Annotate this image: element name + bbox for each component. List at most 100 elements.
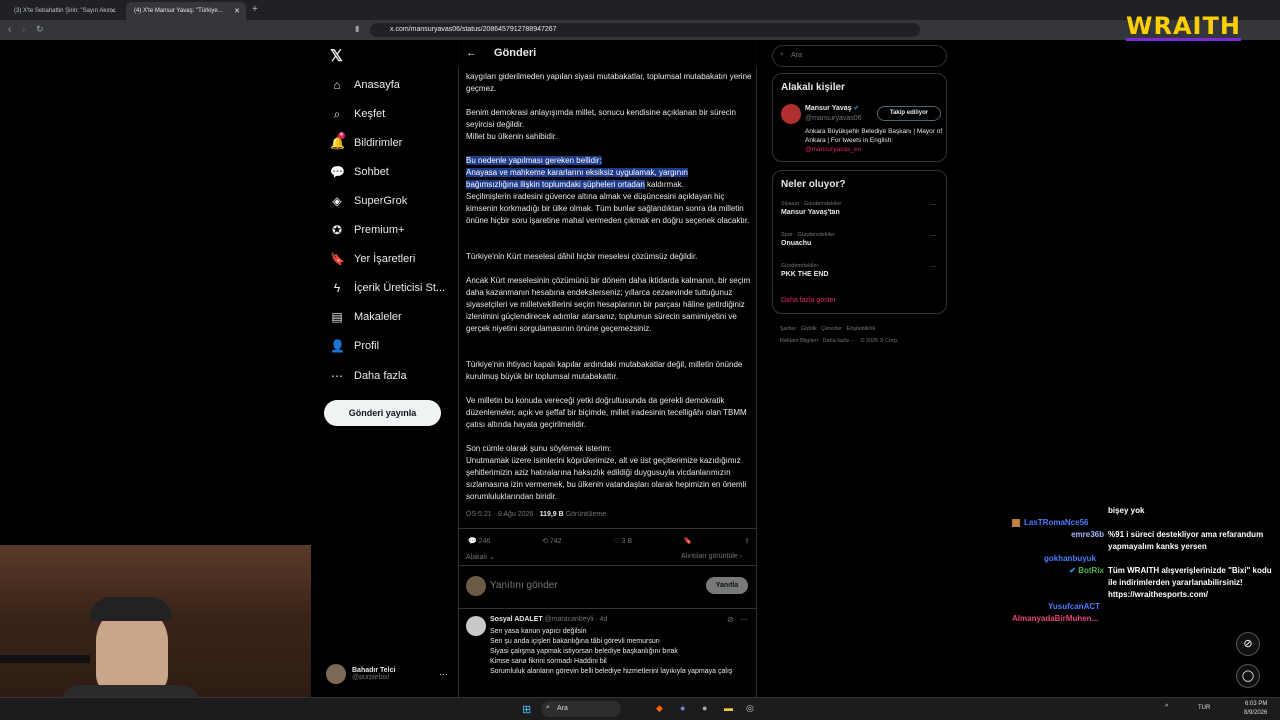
chat-message: bişey yok	[1108, 506, 1145, 515]
footer-link[interactable]: Reklam Bilgileri	[780, 338, 818, 344]
avatar	[466, 576, 486, 596]
forward-icon[interactable]: ›	[22, 24, 25, 35]
avatar[interactable]	[781, 104, 801, 124]
sidebar-item-profile[interactable]: 👤 Profil	[330, 335, 379, 357]
person-name: Mansur Yavaş	[805, 105, 852, 112]
trend-name: Onuachu	[781, 240, 812, 247]
footer-link[interactable]: Daha fazla ···	[823, 338, 856, 344]
timestamp[interactable]: ÖS 5:21 · 9 Ağu 2026 ·	[466, 511, 540, 518]
search-icon: ⌕	[546, 704, 550, 711]
sidebar-item-bell[interactable]: 🔔 Bildirimler 4	[330, 132, 402, 154]
chat-username[interactable]: emre36b	[1012, 529, 1104, 553]
trend-item[interactable]: Spor · Gündemdekiler Onuachu	[781, 232, 941, 247]
steam-icon[interactable]: ●	[702, 703, 707, 713]
trend-context: Siyaset · Gündemdekiler	[781, 201, 842, 207]
bio-link[interactable]: @mansuryavas_en	[805, 146, 861, 153]
chat-username[interactable]: LasTRomaNce56	[1024, 517, 1108, 529]
reply-line: Kimse sana fikrini sormadı Haddini bil	[490, 658, 607, 665]
chat-username[interactable]: BotRix	[1078, 566, 1104, 575]
bookmark-icon[interactable]: 🔖	[684, 537, 693, 545]
reload-icon[interactable]: ↻	[36, 24, 44, 35]
language-indicator[interactable]: TUR	[1198, 705, 1210, 711]
search-label: Ara	[557, 705, 568, 712]
trend-item[interactable]: Siyaset · Gündemdekiler Mansur Yavaş'tan	[781, 201, 941, 216]
url-field[interactable]: x.com/mansuryavas06/status/2086457912788…	[370, 23, 920, 37]
share-icon[interactable]: ⇪	[744, 537, 750, 545]
tray-chevron-icon[interactable]: ^	[1165, 704, 1168, 711]
reply-line: Sen şu anda içişleri bakanlığına tâbi gö…	[490, 638, 660, 645]
chat-username[interactable]: gokhanbuyuk	[1012, 553, 1274, 565]
following-button[interactable]: Takip ediliyor	[877, 106, 941, 121]
sidebar-item-lightning[interactable]: ϟ İçerik Üreticisi St...	[330, 277, 445, 299]
close-icon[interactable]: ✕	[110, 7, 116, 15]
more-icon[interactable]: ⋯	[740, 615, 748, 624]
post-paragraph: Ve milletin bu konuda vereceği yetki doğ…	[466, 396, 747, 429]
new-tab-icon[interactable]: +	[252, 4, 258, 15]
sidebar-item-chat[interactable]: 💬 Sohbet	[330, 161, 389, 183]
sidebar-item-grok[interactable]: ◈ SuperGrok	[330, 190, 407, 212]
taskbar: ⊞ ⌕ Ara ◆ ● ● ▬ ◎ ^ TUR 6:03 PM 8/9/2026	[0, 697, 1280, 720]
sidebar-item-search[interactable]: ⌕ Keşfet	[330, 103, 386, 125]
chat-username[interactable]: YusufcanACT	[1012, 601, 1274, 613]
trend-item[interactable]: Gündemdekiler PKK THE END	[781, 263, 941, 278]
relevance-dropdown[interactable]: Alakalı ⌄	[466, 553, 495, 561]
reply-input[interactable]: Yanıtını gönder	[490, 580, 558, 591]
microphone-arm	[0, 655, 90, 663]
browser-tab[interactable]: (3) X'te Sebahattin Şirin: "Sayın Akın..…	[6, 2, 122, 20]
wraith-logo: WRAITH	[1126, 12, 1241, 41]
chat-bubble-icon[interactable]: ◯	[1236, 664, 1260, 688]
selection: Anayasa ve mahkeme kararlarını eksiksiz …	[466, 168, 688, 177]
bookmark-icon: 🔖	[330, 252, 345, 266]
discord-icon[interactable]: ●	[680, 703, 685, 713]
close-icon[interactable]: ✕	[234, 7, 240, 15]
footer-link[interactable]: Gizlilik	[801, 326, 817, 332]
reply-button[interactable]: Yanıtla	[706, 577, 748, 594]
chat-username[interactable]: AlmanyadaBirMuhen...	[1012, 613, 1274, 625]
folder-icon[interactable]: ▬	[724, 703, 733, 713]
clock[interactable]: 6:03 PM 8/9/2026	[1244, 700, 1267, 718]
show-more-link[interactable]: Daha fazla göster	[781, 297, 836, 304]
reply-header: Sosyal ADALET @maracanbeyli · 4d	[490, 616, 607, 623]
divider	[458, 608, 757, 609]
taskbar-search[interactable]: ⌕ Ara	[541, 701, 621, 717]
browser-tab-active[interactable]: (4) X'te Mansur Yavaş: "Türkiye... ✕	[126, 2, 246, 20]
premium-icon: ✪	[331, 223, 343, 237]
obs-icon[interactable]: ◎	[746, 703, 754, 714]
search-placeholder: Ara	[791, 52, 802, 59]
chat-message: Tüm WRAITH alışverişlerinizde "Bixi" kod…	[1108, 566, 1272, 599]
sidebar-item-label: Premium+	[354, 224, 405, 236]
sidebar-item-home[interactable]: ⌂ Anasayfa	[330, 74, 400, 96]
reply-action[interactable]: 💬 246	[468, 537, 490, 545]
sidebar-item-premium[interactable]: ✪ Premium+	[330, 219, 404, 241]
account-switcher[interactable]: Bahadır Telci @purplebixl ⋯	[326, 660, 448, 688]
x-logo-icon[interactable]: 𝕏	[330, 46, 343, 66]
more-icon[interactable]: ⋯	[930, 201, 937, 209]
card-title: Alakalı kişiler	[781, 82, 845, 93]
sidebar-item-more[interactable]: ⋯ Daha fazla	[330, 365, 407, 387]
sidebar-item-bookmark[interactable]: 🔖 Yer İşaretleri	[330, 248, 415, 270]
windows-start-icon[interactable]: ⊞	[522, 703, 531, 716]
footer-link[interactable]: Şartlar	[780, 326, 796, 332]
person-name-row[interactable]: Mansur Yavaş ✔	[805, 104, 859, 112]
chat-toggle-icon[interactable]: ⊘	[1236, 632, 1260, 656]
view-quotes-link[interactable]: Alıntıları görüntüle ›	[681, 553, 742, 560]
more-icon[interactable]: ⋯	[930, 263, 937, 271]
more-icon[interactable]: ⋯	[439, 669, 448, 680]
back-arrow-icon[interactable]: ←	[466, 47, 477, 59]
search-input[interactable]: ⌕ Ara	[772, 45, 947, 67]
reply-author[interactable]: Sosyal ADALET	[490, 616, 543, 623]
footer-link[interactable]: Çerezler	[821, 326, 842, 332]
avatar	[466, 616, 486, 636]
site-info-icon[interactable]: ▮	[355, 24, 359, 33]
sidebar-item-article[interactable]: ▤ Makaleler	[330, 306, 401, 328]
repost-action[interactable]: ⟲ 742	[542, 537, 562, 545]
brave-icon[interactable]: ◆	[656, 703, 663, 714]
footer-link[interactable]: Erişilebilirlik	[847, 326, 876, 332]
reply-line: Siyasi çalışma yapmak istiyorsan belediy…	[490, 648, 678, 655]
back-icon[interactable]: ‹	[8, 24, 11, 35]
account-handle: @purplebixl	[352, 674, 390, 681]
post-button[interactable]: Gönderi yayınla	[324, 400, 441, 426]
grok-icon[interactable]: ⊘	[727, 615, 734, 624]
like-action[interactable]: ♡ 3 B	[613, 537, 632, 545]
more-icon[interactable]: ⋯	[930, 232, 937, 240]
